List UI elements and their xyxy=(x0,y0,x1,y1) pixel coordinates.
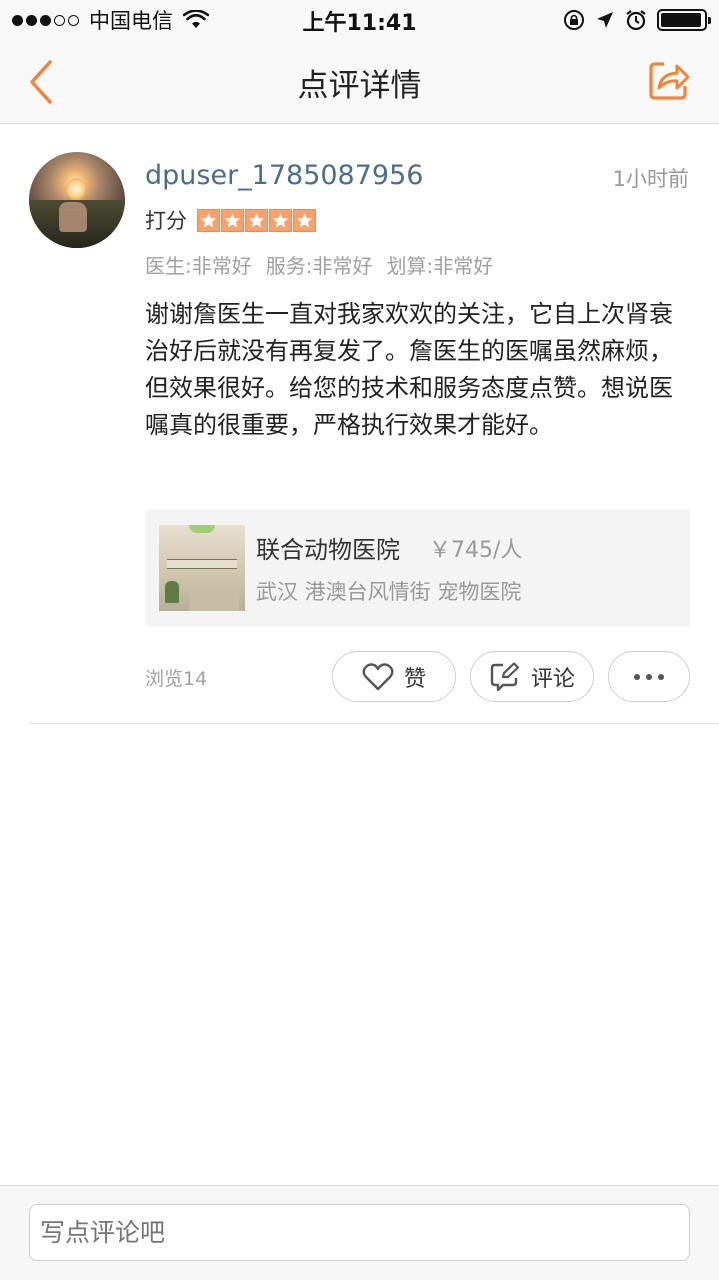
location-arrow-icon xyxy=(597,12,613,28)
nav-bar: 点评详情 xyxy=(0,40,719,124)
heart-icon xyxy=(362,662,394,690)
star-icon xyxy=(293,208,316,232)
alarm-icon xyxy=(626,10,646,31)
page-title: 点评详情 xyxy=(297,68,422,104)
review-body: 谢谢詹医生一直对我家欢欢的关注，它自上次肾衰治好后就没有再复发了。詹医生的医嘱虽… xyxy=(145,300,673,439)
like-button[interactable]: 赞 xyxy=(332,651,456,702)
more-button[interactable] xyxy=(608,651,690,702)
comment-input[interactable] xyxy=(29,1204,690,1261)
battery-icon xyxy=(657,9,711,31)
sub-scores: 医生:非常好 服务:非常好 划算:非常好 xyxy=(145,250,493,279)
status-right xyxy=(563,7,711,33)
score-label: 打分 xyxy=(145,209,187,233)
star-icon xyxy=(197,208,220,232)
star-rating xyxy=(197,208,317,232)
comment-bar xyxy=(0,1185,719,1280)
view-count: 浏览14 xyxy=(145,668,208,690)
status-bar: 中国电信 上午11:41 xyxy=(0,0,719,40)
star-icon xyxy=(245,208,268,232)
shop-price: ￥745/人 xyxy=(429,538,523,563)
score-row: 打分 xyxy=(145,205,317,235)
rotation-lock-icon xyxy=(564,10,584,30)
review-username[interactable]: dpuser_1785087956 xyxy=(145,160,423,191)
comment-button[interactable]: 评论 xyxy=(470,651,594,702)
shop-location: 武汉 港澳台风情街 宠物医院 xyxy=(256,580,522,604)
more-dots-icon xyxy=(634,673,664,680)
sub-score-value: 划算:非常好 xyxy=(386,254,494,278)
edit-comment-icon xyxy=(490,661,520,691)
user-avatar[interactable] xyxy=(29,152,125,248)
comment-label: 评论 xyxy=(530,666,575,692)
shop-name: 联合动物医院 xyxy=(256,536,400,564)
shop-card[interactable]: 联合动物医院 ￥745/人 武汉 港澳台风情街 宠物医院 xyxy=(145,510,690,626)
share-icon[interactable] xyxy=(647,58,691,102)
star-icon xyxy=(221,208,244,232)
sub-score-service: 服务:非常好 xyxy=(265,254,373,278)
divider xyxy=(29,723,719,724)
shop-thumbnail xyxy=(159,525,245,611)
sub-score-doctor: 医生:非常好 xyxy=(145,254,252,278)
review-timestamp: 1小时前 xyxy=(612,167,689,191)
star-icon xyxy=(269,208,292,232)
like-label: 赞 xyxy=(403,666,426,692)
